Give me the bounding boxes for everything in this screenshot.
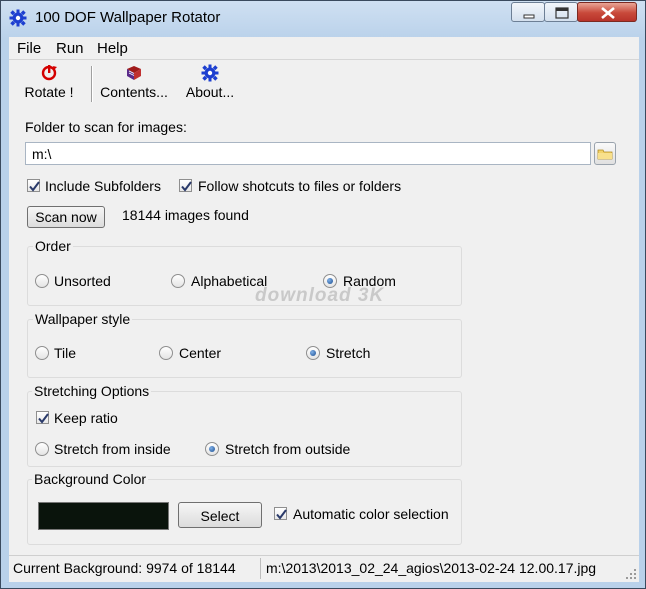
background-color-swatch bbox=[38, 502, 169, 530]
contents-button[interactable]: Contents... bbox=[97, 60, 171, 104]
maximize-button[interactable] bbox=[544, 2, 578, 22]
style-tile-radio[interactable] bbox=[35, 346, 49, 360]
gear-icon bbox=[201, 64, 219, 82]
rotate-button[interactable]: Rotate ! bbox=[19, 60, 79, 104]
stretch-inside-label: Stretch from inside bbox=[54, 441, 171, 457]
include-subfolders-label: Include Subfolders bbox=[45, 178, 161, 194]
style-center-label: Center bbox=[179, 345, 222, 361]
book-icon bbox=[127, 66, 141, 80]
radio-selected-dot bbox=[209, 446, 215, 452]
about-label: About... bbox=[185, 84, 235, 100]
browse-folder-button[interactable] bbox=[594, 142, 616, 165]
wallpaper-style-title: Wallpaper style bbox=[33, 311, 133, 327]
stretch-inside-radio[interactable] bbox=[35, 442, 49, 456]
rotate-label: Rotate ! bbox=[24, 84, 74, 100]
minimize-button[interactable] bbox=[511, 2, 545, 22]
checkmark-icon bbox=[29, 181, 40, 192]
images-found-text: 18144 images found bbox=[122, 207, 249, 223]
contents-label: Contents... bbox=[100, 84, 168, 100]
style-tile-label: Tile bbox=[54, 345, 77, 361]
menu-file[interactable]: File bbox=[17, 40, 41, 57]
title-bar[interactable]: 100 DOF Wallpaper Rotator bbox=[1, 1, 645, 35]
checkmark-icon bbox=[181, 181, 192, 192]
include-subfolders-checkbox[interactable] bbox=[27, 179, 40, 192]
scan-now-button[interactable]: Scan now bbox=[27, 206, 105, 228]
about-button[interactable]: About... bbox=[182, 60, 238, 104]
close-icon bbox=[601, 7, 615, 19]
style-stretch-label: Stretch bbox=[326, 345, 371, 361]
keep-ratio-label: Keep ratio bbox=[54, 410, 118, 426]
toolbar-separator bbox=[91, 66, 93, 102]
order-unsorted-label: Unsorted bbox=[54, 273, 111, 289]
radio-selected-dot bbox=[310, 350, 316, 356]
client-area: File Run Help Rotate ! Contents... About… bbox=[9, 37, 639, 582]
app-gear-icon bbox=[9, 9, 27, 27]
current-file-path: m:\2013\2013_02_24_agios\2013-02-24 12.0… bbox=[266, 560, 597, 576]
minimize-icon bbox=[523, 14, 535, 19]
style-center-radio[interactable] bbox=[159, 346, 173, 360]
download3k-watermark: download 3K bbox=[255, 285, 385, 306]
follow-shortcuts-checkbox[interactable] bbox=[179, 179, 192, 192]
menu-run[interactable]: Run bbox=[56, 40, 84, 57]
follow-shortcuts-label: Follow shotcuts to files or folders bbox=[198, 178, 402, 194]
status-separator bbox=[260, 558, 261, 579]
toolbar: Rotate ! Contents... About... bbox=[9, 60, 639, 106]
window-title: 100 DOF Wallpaper Rotator bbox=[35, 9, 221, 26]
close-button[interactable] bbox=[577, 2, 637, 22]
checkmark-icon bbox=[38, 413, 49, 424]
checkmark-icon bbox=[276, 509, 287, 520]
keep-ratio-checkbox[interactable] bbox=[36, 411, 49, 424]
order-group-title: Order bbox=[33, 238, 73, 254]
maximize-icon bbox=[555, 7, 569, 19]
order-unsorted-radio[interactable] bbox=[35, 274, 49, 288]
style-stretch-radio[interactable] bbox=[306, 346, 320, 360]
background-color-title: Background Color bbox=[32, 471, 149, 487]
status-bar: Current Background: 9974 of 18144 m:\201… bbox=[9, 555, 639, 582]
resize-grip-icon[interactable] bbox=[625, 568, 637, 580]
stretch-outside-radio[interactable] bbox=[205, 442, 219, 456]
menu-help[interactable]: Help bbox=[97, 40, 128, 57]
stretching-options-title: Stretching Options bbox=[32, 383, 152, 399]
current-background-status: Current Background: 9974 of 18144 bbox=[13, 560, 236, 576]
menu-bar: File Run Help bbox=[9, 37, 639, 60]
radio-selected-dot bbox=[327, 278, 333, 284]
rotate-icon bbox=[41, 65, 57, 81]
app-window: 100 DOF Wallpaper Rotator File Run Help … bbox=[0, 0, 646, 589]
select-color-button[interactable]: Select bbox=[178, 502, 262, 528]
folder-input[interactable]: m:\ bbox=[25, 142, 591, 165]
wallpaper-style-group bbox=[27, 319, 462, 378]
folder-icon bbox=[597, 149, 613, 160]
folder-label: Folder to scan for images: bbox=[25, 119, 187, 135]
auto-color-label: Automatic color selection bbox=[293, 506, 449, 522]
stretch-outside-label: Stretch from outside bbox=[225, 441, 351, 457]
auto-color-checkbox[interactable] bbox=[274, 507, 287, 520]
order-alphabetical-radio[interactable] bbox=[171, 274, 185, 288]
